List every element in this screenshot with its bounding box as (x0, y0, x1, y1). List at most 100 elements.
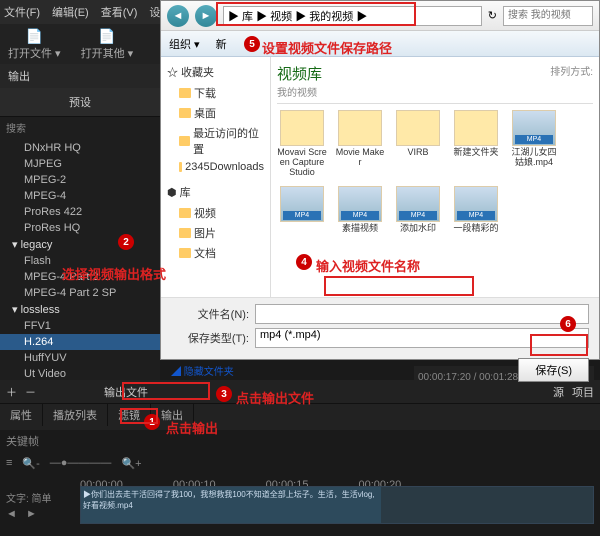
zoom-in-icon[interactable]: 🔍+ (121, 457, 141, 470)
video-clip[interactable]: ▶你们出去走干活回得了我100，我想救我100不知道全部上坛子。生活，生活vlo… (81, 487, 381, 523)
mid-tabs: 属性 播放列表 滤镜 输出 (0, 404, 600, 426)
folder-icon (179, 228, 191, 238)
file-name: 江湖儿女四姑娘.mp4 (509, 148, 559, 168)
file-item[interactable] (277, 186, 327, 234)
preset-mpeg2[interactable]: MPEG-2 (0, 172, 160, 188)
anno-2: 选择视频输出格式 (62, 264, 166, 283)
file-name: VIRB (393, 148, 443, 158)
group-lossless[interactable]: ▾ lossless (0, 301, 160, 318)
new-folder-button[interactable]: 新 (216, 36, 227, 52)
badge-6: 6 (560, 316, 576, 332)
mp4-icon (338, 186, 382, 222)
preset-dnxhr[interactable]: DNxHR HQ (0, 140, 160, 156)
file-item[interactable]: 添加水印 (393, 186, 443, 234)
folder-icon (179, 88, 191, 98)
track-next-icon[interactable]: ► (26, 508, 37, 520)
mp4-icon (512, 110, 556, 146)
tab-props[interactable]: 属性 (0, 404, 43, 426)
menu-edit[interactable]: 编辑(E) (52, 4, 89, 20)
organize-button[interactable]: 组织 ▾ (169, 36, 200, 52)
folder-icon (179, 162, 182, 172)
sidebar-2345[interactable]: 2345Downloads (165, 159, 266, 175)
tab-playlist[interactable]: 播放列表 (43, 404, 108, 426)
folder-icon (179, 136, 190, 146)
file-item[interactable]: VIRB (393, 110, 443, 178)
dialog-sidebar: ☆ 收藏夹 下载 桌面 最近访问的位置 2345Downloads ⬢ 库 视频… (161, 57, 271, 297)
preset-proreshq[interactable]: ProRes HQ (0, 220, 160, 236)
track-prev-icon[interactable]: ◄ (6, 508, 17, 520)
filename-input[interactable] (255, 304, 589, 324)
folder-icon (179, 248, 191, 258)
file-item[interactable]: Movie Maker (335, 110, 385, 178)
dialog-navbar: ◄ ► ▶ 库 ▶ 视频 ▶ 我的视频 ▶ ↻ (161, 1, 599, 31)
file-icon: 📄 (98, 28, 115, 45)
folder-icon (338, 110, 382, 146)
sidebar-downloads[interactable]: 下载 (165, 83, 266, 103)
export-label: 输出 (0, 64, 160, 88)
preset-mjpeg[interactable]: MJPEG (0, 156, 160, 172)
anno-4: 输入视频文件名称 (316, 256, 420, 275)
file-item[interactable]: 江湖儿女四姑娘.mp4 (509, 110, 559, 178)
preset-mp4p2sp[interactable]: MPEG-4 Part 2 SP (0, 285, 160, 301)
filetype-label: 保存类型(T): (171, 330, 249, 346)
sidebar-pictures[interactable]: 图片 (165, 223, 266, 243)
file-item[interactable]: 一段精彩的 (451, 186, 501, 234)
folder-icon (396, 110, 440, 146)
group-legacy[interactable]: ▾ legacy (0, 236, 160, 253)
zoom-out-icon[interactable]: 🔍- (22, 457, 39, 470)
sidebar-recent[interactable]: 最近访问的位置 (165, 123, 266, 159)
hide-folders-link[interactable]: ◢ 隐藏文件夹 (171, 363, 234, 378)
video-track[interactable]: ▶你们出去走干活回得了我100，我想救我100不知道全部上坛子。生活，生活vlo… (80, 486, 594, 524)
menu-view[interactable]: 查看(V) (101, 4, 138, 20)
file-icon: 📄 (26, 28, 43, 45)
sidebar-desktop[interactable]: 桌面 (165, 103, 266, 123)
folder-icon (179, 108, 191, 118)
plus-icon[interactable]: ＋ (6, 384, 17, 400)
open-file-button[interactable]: 📄打开文件 ▾ (8, 28, 61, 61)
folder-icon (280, 110, 324, 146)
breadcrumb[interactable]: ▶ 库 ▶ 视频 ▶ 我的视频 ▶ (223, 6, 482, 26)
sidebar-documents[interactable]: 文档 (165, 243, 266, 263)
zoom-slider[interactable]: —●———— (50, 457, 112, 469)
preset-prores422[interactable]: ProRes 422 (0, 204, 160, 220)
preset-mpeg4[interactable]: MPEG-4 (0, 188, 160, 204)
badge-1: 1 (144, 414, 160, 430)
mp4-icon (396, 186, 440, 222)
save-button[interactable]: 保存(S) (518, 358, 589, 382)
file-name: 新建文件夹 (451, 148, 501, 158)
output-file-button[interactable]: 输出文件 (104, 384, 148, 400)
library-title: 视频库 (277, 63, 322, 84)
file-item[interactable]: 素描视频 (335, 186, 385, 234)
file-item[interactable]: 新建文件夹 (451, 110, 501, 178)
open-other-button[interactable]: 📄打开其他 ▾ (81, 28, 134, 61)
text-track-label: 文字: 简单 (6, 490, 52, 505)
file-name: Movavi Screen Capture Studio (277, 148, 327, 178)
sidebar-videos[interactable]: 视频 (165, 203, 266, 223)
refresh-icon[interactable]: ↻ (488, 9, 497, 22)
anno-1: 点击输出 (166, 418, 218, 437)
menu-icon[interactable]: ≡ (6, 457, 12, 469)
anno-3: 点击输出文件 (236, 388, 314, 407)
sort-label[interactable]: 排列方式: (550, 63, 593, 99)
sidebar-libraries[interactable]: ⬢ 库 (165, 181, 266, 203)
menu-file[interactable]: 文件(F) (4, 4, 40, 20)
nav-back-button[interactable]: ◄ (167, 5, 189, 27)
badge-2: 2 (118, 234, 134, 250)
mp4-icon (454, 186, 498, 222)
folder-icon (179, 208, 191, 218)
search-input[interactable] (503, 6, 593, 26)
preset-huffyuv[interactable]: HuffYUV (0, 350, 160, 366)
file-name: 添加水印 (393, 224, 443, 234)
preset-ffv1[interactable]: FFV1 (0, 318, 160, 334)
preset-h264[interactable]: H.264 (0, 334, 160, 350)
badge-3: 3 (216, 386, 232, 402)
search-label: 搜索 (0, 117, 160, 138)
sidebar-favorites[interactable]: ☆ 收藏夹 (165, 61, 266, 83)
file-item[interactable]: Movavi Screen Capture Studio (277, 110, 327, 178)
nav-forward-button[interactable]: ► (195, 5, 217, 27)
minus-icon[interactable]: － (25, 384, 36, 400)
preset-header: 预设 (0, 88, 160, 117)
filetype-select[interactable]: mp4 (*.mp4) (255, 328, 589, 348)
file-name: 素描视频 (335, 224, 385, 234)
keyframe-label: 关键帧 (6, 433, 39, 449)
